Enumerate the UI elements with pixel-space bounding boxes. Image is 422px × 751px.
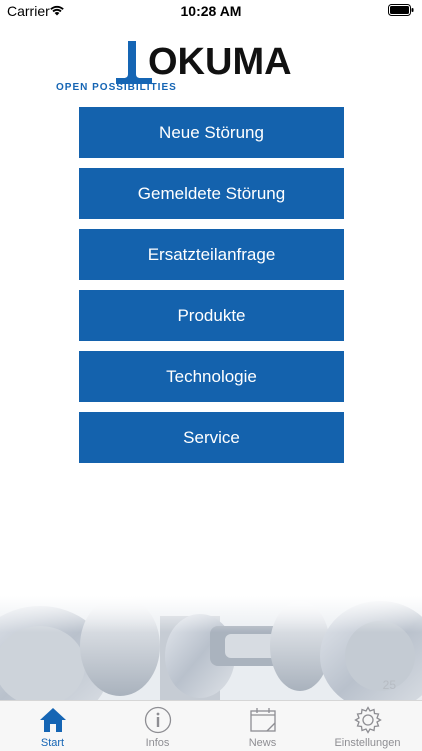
gemeldete-stoerung-button[interactable]: Gemeldete Störung [79, 168, 344, 219]
gear-icon [353, 706, 382, 734]
battery-icon [388, 4, 414, 16]
ersatzteilanfrage-button[interactable]: Ersatzteilanfrage [79, 229, 344, 280]
tab-start[interactable]: Start [0, 701, 105, 751]
tab-start-label: Start [40, 737, 65, 749]
produkte-button[interactable]: Produkte [79, 290, 344, 341]
service-button[interactable]: Service [79, 412, 344, 463]
tab-einstellungen-label: Einstellungen [334, 737, 401, 749]
logo-text: OKUMA [148, 41, 292, 83]
tab-infos[interactable]: Infos [105, 701, 210, 751]
tab-bar: Start Infos News Einstellungen [0, 700, 422, 751]
status-bar: Carrier 10:28 AM [0, 0, 422, 24]
news-icon [249, 708, 276, 732]
tab-einstellungen[interactable]: Einstellungen [315, 701, 420, 751]
tab-news-label: News [248, 737, 277, 749]
info-icon [144, 706, 171, 734]
image-fade-overlay [0, 596, 422, 700]
tab-news[interactable]: News [210, 701, 315, 751]
neue-stoerung-button[interactable]: Neue Störung [79, 107, 344, 158]
machine-background-image [0, 596, 422, 700]
status-time: 10:28 AM [180, 3, 242, 19]
home-icon [39, 708, 66, 732]
logo-tagline: OPEN POSSIBILITIES [56, 82, 177, 93]
main-menu: Neue Störung Gemeldete Störung Ersatztei… [79, 107, 344, 473]
tab-infos-label: Infos [145, 737, 170, 749]
technologie-button[interactable]: Technologie [79, 351, 344, 402]
version-label: 25 [382, 678, 396, 692]
